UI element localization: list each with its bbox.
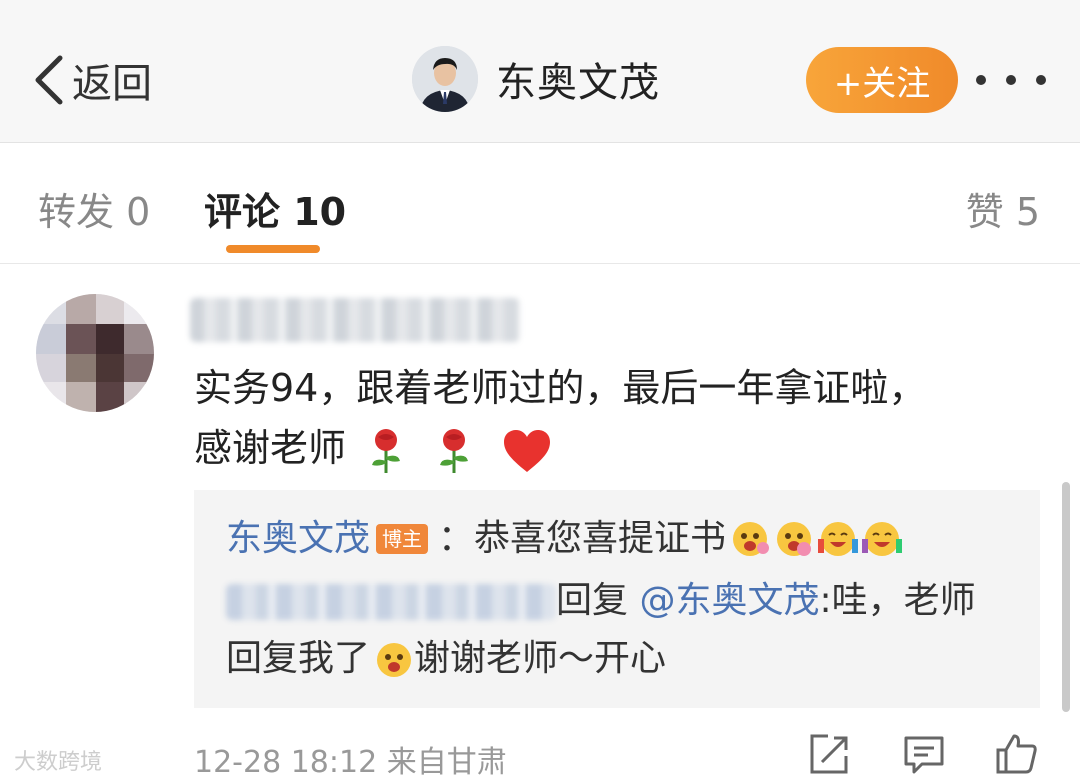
profile-name[interactable]: 东奥文茂 [496,50,660,108]
reply-line-2-text-b: 回复我了 [226,638,371,679]
blogger-badge: 博主 [376,524,429,554]
happy-face-icon [733,522,770,556]
commenter-name-blurred[interactable] [190,298,520,342]
follow-button[interactable]: +关注 [806,47,958,113]
rose-icon [440,428,469,473]
cheering-face-icon [818,522,859,556]
comment-icon[interactable] [902,732,946,776]
comment-line-2-text: 感谢老师 [194,426,347,470]
top-bar: 返回 东奥文茂 +关注 [0,0,1080,143]
reply-line-2-text-a: :哇，老师 [819,580,976,621]
avatar[interactable] [412,46,478,112]
reply-line-2-text-c: 谢谢老师～开心 [414,638,667,679]
profile-header[interactable]: 东奥文茂 [412,46,660,112]
happy-face-icon [777,522,812,556]
tab-repost[interactable]: 转发 0 [38,181,150,236]
comment-line-1: 实务94，跟着老师过的，最后一年拿证啦， [194,366,927,410]
back-chevron-icon [35,55,63,105]
share-icon[interactable] [806,732,850,776]
heart-icon [504,429,551,472]
reply-line-2: 回复 @东奥文茂:哇，老师 回复我了 谢谢老师～开心 [226,572,1016,688]
comment-line-2: 感谢老师 [194,418,1014,478]
commenter-avatar[interactable] [36,294,154,412]
happy-face-icon [377,643,412,677]
reply-word: 回复 [556,580,629,621]
tab-comment[interactable]: 评论 10 [204,181,346,236]
back-button[interactable]: 返回 [30,52,152,108]
more-dots-icon[interactable] [976,64,1046,96]
watermark: 大数跨境 [14,750,103,775]
tab-bar: 转发 0 评论 10 赞 5 [0,143,1080,264]
replier-name-blurred[interactable] [226,584,556,620]
thumbs-up-icon[interactable] [994,732,1038,776]
active-tab-indicator [226,245,320,253]
scrollbar[interactable] [1062,482,1070,712]
mention-link[interactable]: @东奥文茂 [639,580,819,621]
comment-text: 实务94，跟着老师过的，最后一年拿证啦， 感谢老师 [194,358,1014,478]
rose-icon [372,428,401,473]
reply-text: ：恭喜您喜提证书 [438,518,727,559]
tab-like[interactable]: 赞 5 [966,181,1040,236]
cheering-face-icon [862,522,903,556]
reply-author-link[interactable]: 东奥文茂 [226,516,370,562]
reply-box[interactable]: 东奥文茂 博主 ：恭喜您喜提证书 回复 @东奥文茂:哇，老师 回复我了 谢谢老师… [194,490,1040,708]
comment-meta: 12-28 18:12 来自甘肃 [194,745,507,780]
back-label: 返回 [72,61,152,107]
reply-line-1: 东奥文茂 博主 ：恭喜您喜提证书 [226,516,903,562]
